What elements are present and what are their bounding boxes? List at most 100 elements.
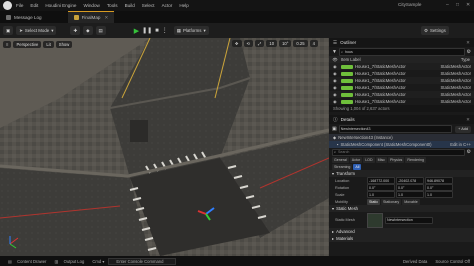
- close-icon[interactable]: ✕: [466, 40, 470, 46]
- settings-dropdown[interactable]: ⚙ Settings: [421, 26, 449, 35]
- list-item[interactable]: ◉ House1_7/StaticMeshActor StaticMeshActor: [329, 98, 474, 105]
- advanced-section[interactable]: ▸ Advanced: [329, 228, 474, 235]
- select-mode-dropdown[interactable]: ➤ Select Mode ▾: [16, 26, 57, 35]
- grid-snap-button[interactable]: 10: [266, 40, 278, 47]
- camera-speed-button[interactable]: 4: [309, 40, 318, 47]
- perspective-dropdown[interactable]: Perspective: [13, 40, 42, 48]
- menu-help[interactable]: Help: [179, 3, 188, 8]
- rotation-z-field[interactable]: 0.0°: [425, 184, 453, 191]
- list-item[interactable]: ◉ House1_7/StaticMeshActor StaticMeshActor: [329, 91, 474, 98]
- list-item[interactable]: ◉ House1_7/StaticMeshActor StaticMeshActor: [329, 84, 474, 91]
- filter-icon[interactable]: ▼: [332, 49, 337, 55]
- lit-dropdown[interactable]: Lit: [43, 40, 54, 48]
- stop-icon[interactable]: ■: [155, 28, 159, 34]
- menu-tools[interactable]: Tools: [107, 3, 118, 8]
- mobility-stationary[interactable]: Stationary: [381, 198, 402, 205]
- cinematics-button[interactable]: ▤: [95, 26, 106, 35]
- visibility-eye-icon[interactable]: ◉: [329, 71, 341, 76]
- output-log-button[interactable]: ▥ Output Log: [50, 259, 84, 264]
- tab-finalmap[interactable]: FinalMap ✕: [67, 10, 115, 24]
- scale-tool-icon[interactable]: ⤢: [255, 40, 265, 47]
- category-label: Actor: [351, 157, 361, 162]
- transform-section[interactable]: ▾ Transform: [329, 170, 474, 177]
- component-instance-row[interactable]: ◆ NewIntersection43 (Instance): [329, 134, 474, 141]
- details-settings-icon[interactable]: ⚙: [467, 149, 471, 155]
- outliner-column-headers: 👁 Item Label Type: [329, 56, 474, 63]
- location-x-field[interactable]: -168772.000: [367, 177, 395, 184]
- list-item[interactable]: ◉ House1_7/StaticMeshActor StaticMeshActor: [329, 70, 474, 77]
- save-button[interactable]: ▣: [3, 26, 14, 35]
- show-dropdown[interactable]: Show: [55, 40, 73, 48]
- category-misc[interactable]: Misc: [375, 156, 387, 163]
- actor-name-field[interactable]: NewIntersection43: [338, 125, 453, 133]
- content-drawer-button[interactable]: ▤ Content Drawer: [4, 259, 46, 264]
- category-all[interactable]: All: [353, 163, 362, 170]
- component-label: StaticMeshComponent (StaticMeshComponent…: [340, 142, 432, 147]
- menu-window[interactable]: Window: [84, 3, 100, 8]
- maximize-icon[interactable]: □: [456, 2, 459, 8]
- viewport-scene[interactable]: [0, 38, 329, 256]
- list-item[interactable]: ◉ House1_7/StaticMeshActor StaticMeshActor: [329, 77, 474, 84]
- details-search-input[interactable]: ⌕ Search: [332, 148, 465, 156]
- close-icon[interactable]: ✕: [466, 2, 470, 8]
- tab-close-icon[interactable]: ✕: [105, 15, 109, 21]
- cmd-dropdown[interactable]: Cmd ▾: [88, 259, 104, 264]
- menu-select[interactable]: Select: [142, 3, 155, 8]
- scale-z-field[interactable]: 1.0: [425, 191, 453, 198]
- blueprint-button[interactable]: ◆: [83, 26, 93, 35]
- outliner-search-input[interactable]: ⌕ hous: [338, 47, 465, 56]
- static-mesh-section[interactable]: ▾ Static Mesh: [329, 205, 474, 212]
- column-type[interactable]: Type: [461, 57, 470, 62]
- translate-tool-icon[interactable]: ✥: [232, 40, 242, 47]
- console-command-input[interactable]: Enter Console Command: [108, 257, 177, 265]
- derived-data-button[interactable]: Derived Data: [399, 259, 427, 264]
- rotation-y-field[interactable]: 0.0°: [396, 184, 424, 191]
- play-icon[interactable]: ▶: [134, 27, 139, 35]
- tab-message-log[interactable]: Message Log: [0, 11, 48, 23]
- location-y-field[interactable]: -20402.078: [396, 177, 424, 184]
- pause-icon[interactable]: ❚❚: [142, 27, 152, 34]
- viewport-menu-button[interactable]: ≡: [3, 40, 12, 48]
- scale-snap-button[interactable]: 0.25: [293, 40, 308, 47]
- add-component-button[interactable]: + Add: [455, 125, 471, 133]
- category-rendering[interactable]: Rendering: [405, 156, 426, 163]
- list-item[interactable]: ◉ House1_7/StaticMeshActor StaticMeshActor: [329, 63, 474, 70]
- materials-section[interactable]: ▸ Materials: [329, 235, 474, 242]
- menu-build[interactable]: Build: [125, 3, 135, 8]
- menu-edit[interactable]: Edit: [30, 3, 38, 8]
- rotate-tool-icon[interactable]: ⟲: [243, 40, 254, 47]
- mobility-movable[interactable]: Movable: [402, 198, 420, 205]
- menu-houdini-engine[interactable]: Houdini Engine: [45, 3, 76, 8]
- visibility-eye-icon[interactable]: ◉: [329, 85, 341, 90]
- scale-x-field[interactable]: 1.0: [367, 191, 395, 198]
- menu-actor[interactable]: Actor: [162, 3, 173, 8]
- edit-in-cpp-link[interactable]: Edit in C++: [450, 142, 471, 147]
- menu-file[interactable]: File: [16, 3, 23, 8]
- visibility-eye-icon[interactable]: ◉: [329, 64, 341, 69]
- advanced-label: Advanced: [336, 229, 355, 234]
- level-viewport[interactable]: ≡ Perspective Lit Show ✥ ⟲ ⤢ 10 10° 0.25…: [0, 38, 329, 256]
- add-content-button[interactable]: ✚: [70, 26, 81, 35]
- category-actor[interactable]: Actor: [349, 156, 363, 163]
- scale-y-field[interactable]: 1.0: [396, 191, 424, 198]
- visibility-eye-icon[interactable]: ◉: [329, 78, 341, 83]
- source-control-button[interactable]: Source Control Off: [431, 259, 470, 264]
- category-physics[interactable]: Physics: [387, 156, 405, 163]
- visibility-eye-icon[interactable]: ◉: [329, 99, 341, 104]
- category-streaming[interactable]: Streaming: [332, 163, 353, 170]
- rotation-snap-button[interactable]: 10°: [279, 40, 292, 47]
- minimize-icon[interactable]: –: [446, 2, 449, 8]
- visibility-eye-icon[interactable]: ◉: [329, 92, 341, 97]
- outliner-settings-icon[interactable]: ⚙: [467, 49, 471, 55]
- more-options-icon[interactable]: ⋮: [162, 27, 168, 34]
- static-mesh-picker[interactable]: NewIntersection: [385, 216, 433, 224]
- mobility-static[interactable]: Static: [367, 198, 380, 205]
- component-selected-row[interactable]: ▪ StaticMeshComponent (StaticMeshCompone…: [329, 141, 474, 148]
- column-item-label[interactable]: Item Label: [341, 57, 411, 62]
- rotation-x-field[interactable]: 0.0°: [367, 184, 395, 191]
- close-icon[interactable]: ✕: [466, 117, 470, 123]
- category-lod[interactable]: LOD: [363, 156, 375, 163]
- location-z-field[interactable]: 946.89078: [425, 177, 453, 184]
- platforms-dropdown[interactable]: ▦ Platforms ▾: [173, 26, 209, 35]
- category-general[interactable]: General: [332, 156, 349, 163]
